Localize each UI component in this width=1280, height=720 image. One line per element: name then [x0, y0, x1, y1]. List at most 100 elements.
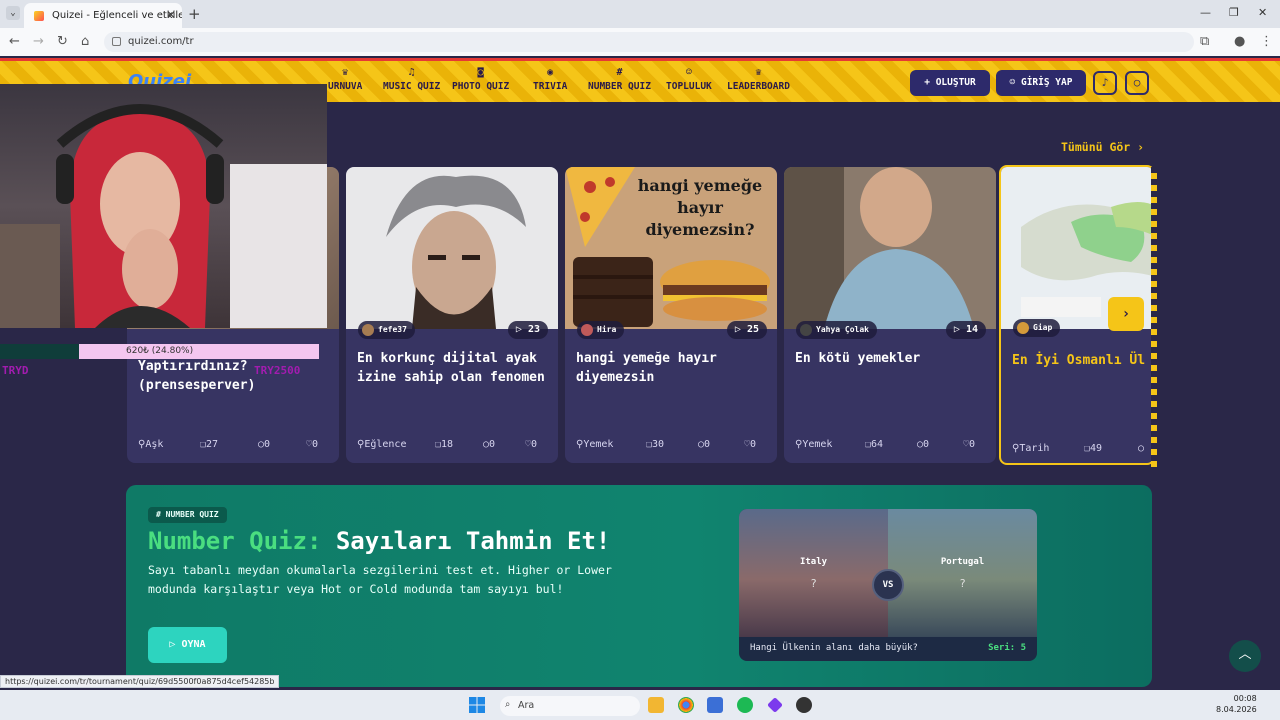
play-button[interactable]: ▷ OYNA [148, 627, 227, 663]
like-count-value: 0 [531, 439, 538, 450]
country-value: ? [959, 577, 966, 590]
minimize-icon[interactable]: — [1200, 6, 1211, 19]
nav-label: TRIVIA [533, 81, 568, 92]
nav-label: MUSIC QUIZ [383, 81, 441, 92]
question-count: ❏ 27 [200, 439, 219, 450]
avatar [581, 324, 593, 336]
quiz-card-image-text: hangi yemeğe hayır diyemezsin? [637, 176, 763, 239]
avatar [1017, 322, 1029, 334]
play-circle-icon: ▷ [169, 639, 182, 650]
nav-leaderboard[interactable]: ♛ LEADERBOARD [727, 67, 790, 92]
hazard-stripe [1151, 167, 1157, 467]
back-icon[interactable]: ← [9, 34, 20, 49]
play-count: ▷ 23 [507, 321, 548, 339]
quiz-card[interactable]: Yahya Çolak ▷ 14 En kötü yemekler ⚲ Yeme… [784, 167, 996, 463]
author-badge[interactable]: fefe37 [358, 321, 415, 339]
comment-count-value: 0 [704, 439, 711, 450]
quiz-card-image [346, 167, 558, 329]
category-tag: ⚲ Tarih [1012, 443, 1050, 454]
chrome-icon[interactable] [678, 697, 694, 713]
like-count: ♡ 0 [963, 439, 976, 450]
see-all-link[interactable]: Tümünü Gör › [1061, 140, 1144, 154]
category-label: Aşk [145, 439, 164, 450]
country-card-right[interactable]: Portugal ? [888, 509, 1037, 637]
quiz-card[interactable]: fefe37 ▷ 23 En korkunç dijital ayak izin… [346, 167, 558, 463]
nav-number-quiz[interactable]: # NUMBER QUIZ [588, 67, 651, 92]
author-name: fefe37 [378, 325, 407, 334]
new-tab-icon[interactable]: + [188, 5, 201, 23]
close-window-icon[interactable]: ✕ [1258, 6, 1267, 19]
file-explorer-icon[interactable] [648, 697, 664, 713]
author-badge[interactable]: Giap [1013, 319, 1061, 337]
banner-title: Number Quiz: Sayıları Tahmin Et! [148, 527, 610, 555]
donation-progress-fill [0, 344, 80, 359]
higher-lower-preview[interactable]: Italy ? Portugal ? VS Hangi Ülkenin alan… [739, 509, 1037, 661]
windows-start-icon[interactable] [469, 697, 485, 713]
nav-tournament[interactable]: ♛ URNUVA [328, 67, 362, 92]
trophy-icon: ♛ [755, 67, 762, 78]
login-button[interactable]: ☺ GİRİŞ YAP [996, 70, 1086, 96]
taskbar-search[interactable]: ⌕ Ara [500, 696, 640, 716]
user-icon: ☺ [1009, 77, 1021, 88]
question-count: ❏ 49 [1084, 443, 1103, 454]
vs-badge: VS [872, 569, 904, 601]
question-count-value: 30 [652, 439, 665, 450]
obs-icon[interactable] [796, 697, 812, 713]
portrait-image [784, 167, 996, 329]
tab-title: Quizei - Eğlenceli ve etkileşimli [52, 10, 182, 21]
os-taskbar: ⌕ Ara 00:08 8.04.2026 [0, 690, 1280, 720]
nav-music-quiz[interactable]: ♫ MUSIC QUIZ [383, 67, 440, 92]
quiz-card-meta: fefe37 ▷ 23 [358, 321, 548, 339]
nav-community[interactable]: ☺ TOPLULUK [666, 67, 712, 92]
profile-avatar[interactable]: ● [1234, 34, 1245, 49]
tab-search-icon[interactable]: ⌄ [6, 6, 20, 20]
browser-tab[interactable]: Quizei - Eğlenceli ve etkileşimli ✕ [24, 3, 182, 28]
category-label: Yemek [802, 439, 833, 450]
country-name: Italy [799, 557, 828, 567]
close-tab-icon[interactable]: ✕ [166, 8, 176, 22]
restore-icon[interactable]: ❐ [1229, 6, 1239, 19]
number-quiz-badge: # NUMBER QUIZ [148, 507, 227, 523]
create-button[interactable]: + OLUŞTUR [910, 70, 990, 96]
donation-ticker: TRYD [2, 364, 29, 377]
carousel-next-button[interactable]: › [1108, 297, 1144, 331]
avatar [362, 324, 374, 336]
category-tag: ⚲ Yemek [576, 439, 614, 450]
search-icon[interactable]: ○ [1125, 71, 1149, 95]
author-badge[interactable]: Yahya Çolak [796, 321, 877, 339]
quiz-card[interactable]: hangi yemeğe hayır diyemezsin? Hira ▷ 25… [565, 167, 777, 463]
country-card-left[interactable]: Italy ? [739, 509, 888, 637]
extensions-icon[interactable]: ⧉ [1200, 34, 1209, 49]
notifications-bell-icon[interactable]: ♪ [1093, 71, 1117, 95]
mail-icon[interactable] [707, 697, 723, 713]
system-clock[interactable]: 00:08 8.04.2026 [1216, 693, 1257, 715]
like-count-value: 0 [312, 439, 319, 450]
forward-icon[interactable]: → [33, 34, 44, 49]
play-count-value: 25 [746, 324, 759, 335]
donation-ticker: TRY2500 [254, 364, 301, 377]
donation-goal-bar: 620₺ (24.80%) [0, 344, 319, 359]
nav-photo-quiz[interactable]: ◙ PHOTO QUIZ [452, 67, 509, 92]
address-bar[interactable]: quizei.com/tr [104, 32, 1194, 52]
spotify-icon[interactable] [737, 697, 753, 713]
avatar [800, 324, 812, 336]
play-count-value: 23 [527, 324, 540, 335]
banner-title-rest: Sayıları Tahmin Et! [335, 527, 611, 555]
app-icon[interactable] [767, 697, 783, 713]
browser-menu-icon[interactable]: ⋮ [1260, 34, 1273, 49]
category-label: Eğlence [364, 439, 407, 450]
nav-label: PHOTO QUIZ [452, 81, 510, 92]
site-info-icon[interactable] [112, 37, 121, 46]
play-count: ▷ 14 [945, 321, 986, 339]
quiz-card-meta: Hira ▷ 25 [577, 321, 767, 339]
home-icon[interactable]: ⌂ [81, 34, 89, 49]
reload-icon[interactable]: ↻ [57, 34, 68, 49]
comment-count: ○ 0 [258, 439, 271, 450]
author-badge[interactable]: Hira [577, 321, 625, 339]
quiz-card-title: Yaptırırdınız? (prensesperver) [138, 359, 256, 393]
quiz-card-title: hangi yemeğe hayır diyemezsin [576, 351, 717, 385]
nav-trivia[interactable]: ◉ TRIVIA [533, 67, 567, 92]
scroll-to-top-button[interactable]: ︿ [1229, 640, 1261, 672]
nav-label: TOPLULUK [666, 81, 712, 92]
address-url: quizei.com/tr [128, 36, 194, 47]
